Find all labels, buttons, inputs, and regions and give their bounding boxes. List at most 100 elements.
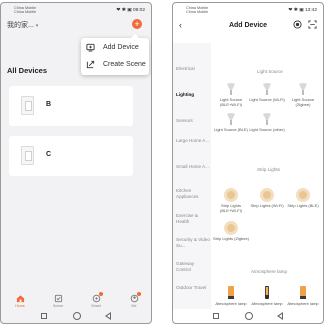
bulb-icon <box>263 83 271 95</box>
recent-apps-icon[interactable] <box>213 313 219 319</box>
chevron-down-icon: ▾ <box>35 23 39 29</box>
device-type-item[interactable]: Strip Lights (Zigbee) <box>213 220 249 242</box>
device-type-item[interactable]: Light Source (Zigbee) <box>285 81 321 108</box>
all-devices-title: All Devices <box>7 66 48 75</box>
carrier-2: China Mobile <box>186 10 209 15</box>
menu-item-label: Add Device <box>103 44 139 51</box>
category-item[interactable]: Kitchen Appliances <box>176 188 210 199</box>
device-name: C <box>46 151 52 158</box>
tab-label: Smart <box>91 304 101 308</box>
screenshot-stage: China Mobile China Mobile ❤ ✱ ▣ 09:02 我的… <box>0 0 327 326</box>
category-item[interactable]: Exercise & Health <box>176 213 210 224</box>
add-device-screen: China Mobile China Mobile ❤ ✱ ▣ 13:42 ‹ … <box>172 2 324 324</box>
category-item[interactable]: Electrical <box>176 66 210 72</box>
bulb-icon <box>227 83 235 95</box>
system-nav-bar <box>173 310 323 323</box>
recent-apps-icon[interactable] <box>41 313 47 319</box>
add-button[interactable]: + <box>132 19 142 29</box>
menu-item-create-scene[interactable]: Create Scene <box>86 58 146 72</box>
tab-smart[interactable]: Smart <box>77 292 115 308</box>
bulb-icon <box>227 113 235 125</box>
switch-device-icon <box>21 146 34 165</box>
notification-badge <box>99 292 103 296</box>
group-title-strip-lights: Strip Lights <box>257 167 280 172</box>
category-item[interactable]: Security & Video Su... <box>176 237 210 248</box>
home-name: 我的家 <box>7 22 28 29</box>
back-nav-icon[interactable] <box>105 312 111 320</box>
bulb-icon <box>299 83 307 95</box>
atmosphere-lamp-icon <box>265 286 269 299</box>
strip-light-icon <box>296 188 310 202</box>
tab-label: Home <box>15 304 25 308</box>
switch-device-icon <box>21 96 34 115</box>
category-item[interactable]: Outdoor Travel <box>176 285 210 291</box>
category-item-active[interactable]: Lighting <box>176 92 210 98</box>
tab-me[interactable]: Me <box>115 292 151 308</box>
status-bar: China Mobile China Mobile ❤ ✱ ▣ 13:42 <box>173 3 323 18</box>
scene-icon <box>54 294 62 303</box>
carrier-2: China Mobile <box>14 10 37 15</box>
group-title-light-source: Light Source <box>257 69 283 74</box>
device-type-label: Light Source (Zigbee) <box>291 97 315 107</box>
home-screen: China Mobile China Mobile ❤ ✱ ▣ 09:02 我的… <box>0 2 152 324</box>
notification-badge <box>137 292 141 296</box>
carrier-info: China Mobile China Mobile <box>14 6 36 15</box>
home-icon <box>16 295 24 303</box>
bulb-icon <box>263 113 271 125</box>
add-device-icon <box>86 43 95 52</box>
device-type-label: Light Source (BLE+Wi-Fi) <box>219 97 243 107</box>
device-type-item[interactable]: Light Source (BLE) <box>213 111 249 133</box>
home-nav-icon[interactable] <box>245 312 253 320</box>
device-type-item[interactable]: Light Source (BLE+Wi-Fi) <box>213 81 249 108</box>
tab-home[interactable]: Home <box>1 292 39 308</box>
category-item[interactable]: Gateway Control <box>176 261 210 272</box>
device-card[interactable]: C <box>9 136 133 176</box>
scan-icon[interactable] <box>308 20 317 29</box>
tab-label: Scene <box>52 304 64 308</box>
target-icon[interactable] <box>293 20 302 29</box>
strip-light-icon <box>224 188 238 202</box>
device-type-item[interactable]: Atmosphere lamp <box>285 285 321 307</box>
device-type-label: Light Source (Wi-Fi) <box>249 97 285 102</box>
device-type-grid: Light Source Light Source (BLE+Wi-Fi) Li… <box>213 43 323 309</box>
device-type-item[interactable]: Strip Lights (BLE+Wi-Fi) <box>213 187 249 214</box>
device-type-item[interactable]: Light Source (other) <box>249 111 285 133</box>
device-type-item[interactable]: Light Source (Wi-Fi) <box>249 81 285 103</box>
home-nav-icon[interactable] <box>73 312 81 320</box>
group-title-atmosphere-lamp: Atmosphere lamp <box>251 269 288 274</box>
device-type-label: Strip Lights (Wi-Fi) <box>250 203 284 208</box>
device-type-label: Atmosphere lamp <box>287 301 319 306</box>
device-type-label: Strip Lights (BLE+Wi-Fi) <box>220 203 242 213</box>
tab-label: Me <box>131 304 137 308</box>
device-type-label: Light Source (BLE) <box>214 127 248 132</box>
menu-item-add-device[interactable]: Add Device <box>86 41 146 55</box>
category-item[interactable]: Small Home A... <box>176 164 210 170</box>
atmosphere-lamp-icon <box>228 286 234 299</box>
category-sidebar: Electrical Lighting Sensors Large Home A… <box>173 43 211 309</box>
status-time: ❤ ✱ ▣ 13:42 <box>288 8 317 13</box>
category-item[interactable]: Sensors <box>176 118 210 124</box>
device-type-label: Atmosphere lamp <box>215 301 247 306</box>
menu-item-label: Create Scene <box>103 61 146 68</box>
device-name: B <box>46 101 52 108</box>
status-time: ❤ ✱ ▣ 09:02 <box>116 8 145 13</box>
strip-light-icon <box>224 221 238 235</box>
category-item[interactable]: Large Home A... <box>176 138 210 144</box>
device-type-item[interactable]: Strip Lights (Wi-Fi) <box>249 187 285 209</box>
status-bar: China Mobile China Mobile ❤ ✱ ▣ 09:02 <box>1 3 151 18</box>
atmosphere-lamp-icon <box>300 286 306 299</box>
device-type-item[interactable]: Strip Lights (BLE) <box>285 187 321 209</box>
device-type-item[interactable]: Atmosphere lamp <box>249 285 285 307</box>
back-nav-icon[interactable] <box>277 312 283 320</box>
bottom-tab-bar: Home Scene Smart Me <box>1 292 151 312</box>
home-selector[interactable]: 我的家... ▾ <box>7 20 38 30</box>
device-card[interactable]: B <box>9 86 133 126</box>
system-nav-bar <box>1 310 151 323</box>
device-type-label: Strip Lights (BLE) <box>287 203 319 208</box>
device-type-item[interactable]: Atmosphere lamp <box>213 285 249 307</box>
device-type-label: Light Source (other) <box>249 127 285 132</box>
create-scene-icon <box>86 60 95 69</box>
strip-light-icon <box>260 188 274 202</box>
tab-scene[interactable]: Scene <box>39 292 77 308</box>
device-type-label: Strip Lights (Zigbee) <box>213 236 250 241</box>
